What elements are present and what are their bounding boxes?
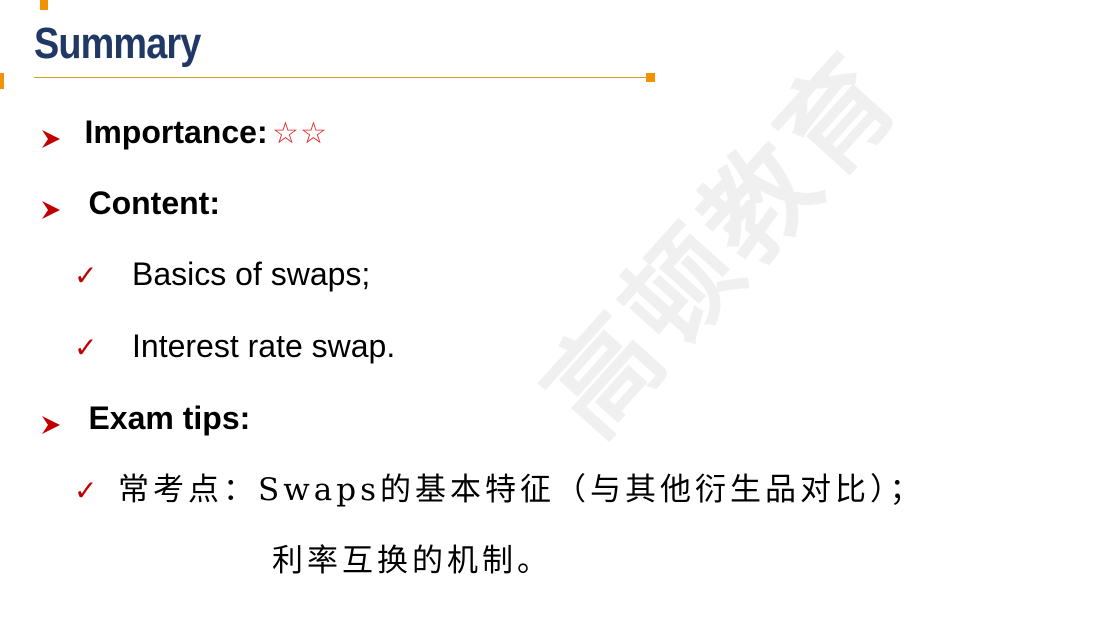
slide-title: Summary (34, 19, 201, 68)
arrow-bullet-icon (40, 199, 66, 221)
checkmark-icon: ✓ (74, 332, 98, 363)
exam-tip-text-2: 利率互换的机制。 (272, 543, 552, 579)
title-underline (34, 77, 650, 78)
exam-tips-label: Exam tips: (88, 400, 251, 436)
accent-mark-left (0, 73, 4, 89)
watermark: 高顿教育 (519, 29, 926, 460)
accent-mark-top (40, 0, 48, 10)
content-row: Content: (40, 183, 220, 230)
content-item: ✓ Basics of swaps; (74, 254, 370, 301)
title-underline-end-marker (646, 73, 655, 82)
checkmark-icon: ✓ (74, 260, 98, 291)
importance-label: Importance: (84, 114, 268, 150)
exam-tip-text-1: 常考点：Swaps的基本特征（与其他衍生品对比）； (118, 472, 925, 508)
exam-tips-row: Exam tips: (40, 398, 250, 445)
importance-row: Importance: ☆☆ (40, 112, 328, 159)
content-item-text: Basics of swaps; (132, 256, 371, 292)
arrow-bullet-icon (40, 128, 66, 150)
exam-tip-line: 利率互换的机制。 (272, 541, 552, 587)
content-label: Content: (88, 185, 220, 221)
importance-stars: ☆☆ (272, 117, 328, 150)
exam-tip-line: ✓ 常考点：Swaps的基本特征（与其他衍生品对比）； (74, 470, 925, 516)
arrow-bullet-icon (40, 414, 66, 436)
content-item: ✓ Interest rate swap. (74, 326, 395, 373)
content-item-text: Interest rate swap. (132, 328, 396, 364)
checkmark-icon: ✓ (74, 475, 98, 506)
